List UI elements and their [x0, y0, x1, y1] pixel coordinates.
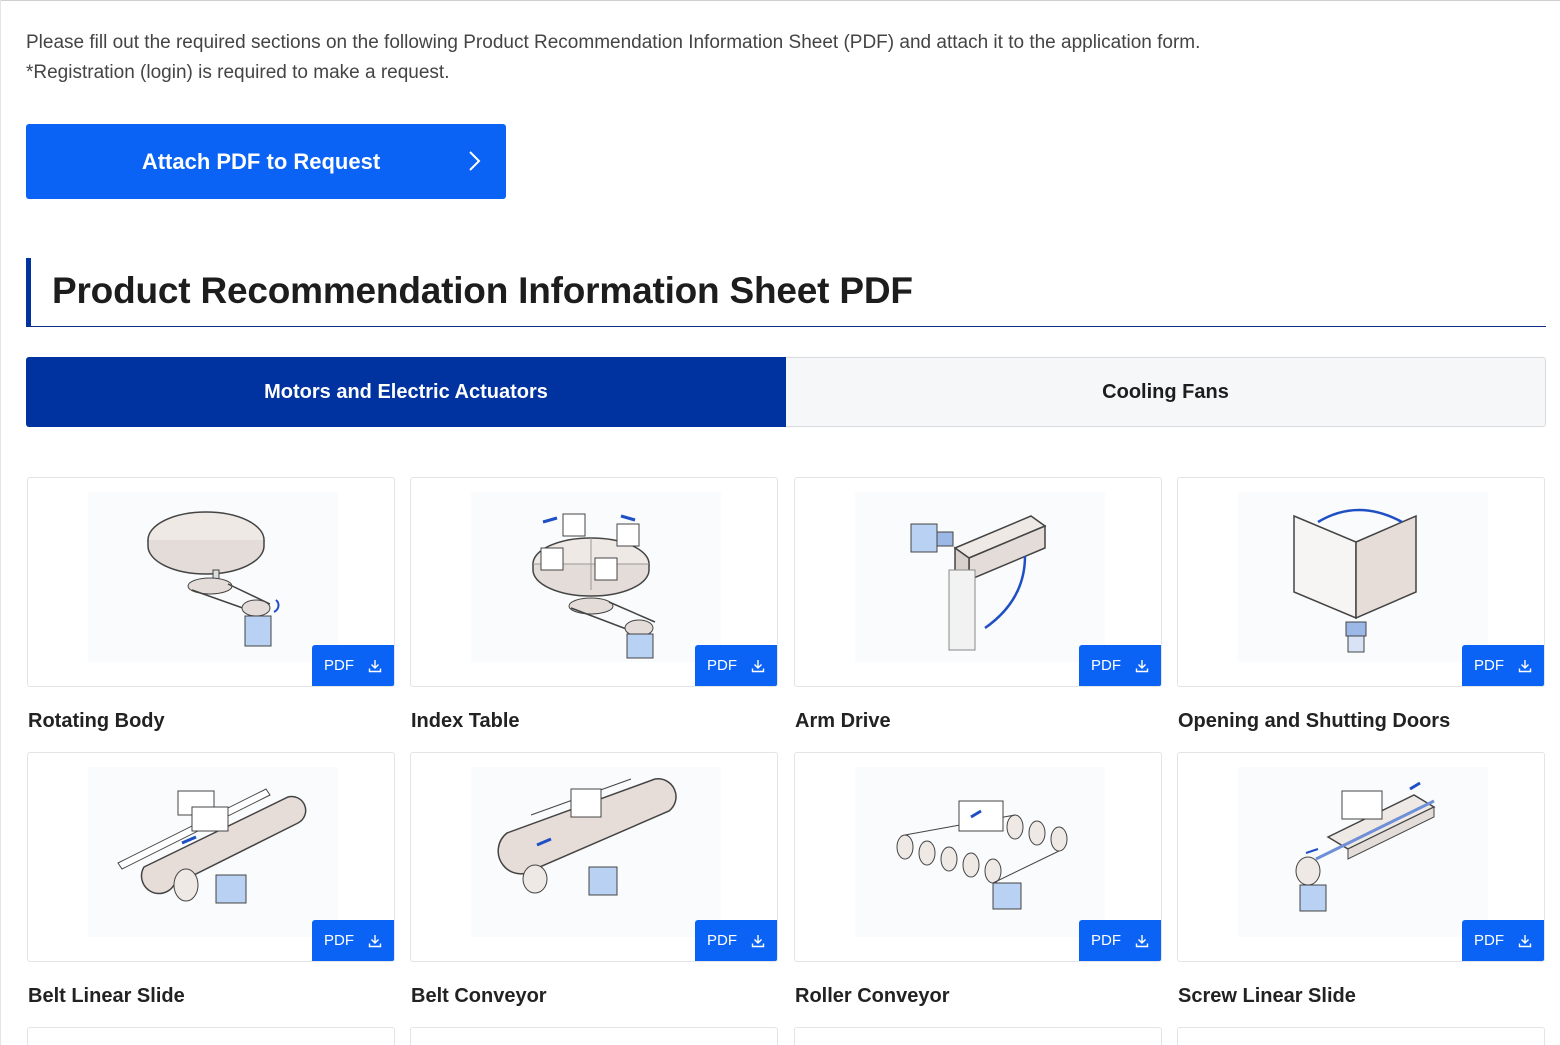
download-icon — [1135, 934, 1149, 947]
card-belt-conveyor: PDF Belt Conveyor — [410, 752, 778, 1007]
belt-conveyor-illustration — [471, 767, 721, 937]
card-image-frame[interactable]: PDF — [1177, 477, 1545, 687]
card-partial — [27, 1027, 395, 1045]
card-partial — [794, 1027, 1162, 1045]
pdf-download-button[interactable]: PDF — [1079, 645, 1161, 686]
chevron-right-icon — [469, 151, 481, 171]
screw-linear-slide-illustration — [1238, 767, 1488, 937]
top-divider — [0, 0, 1560, 1]
card-image-frame[interactable]: PDF — [1177, 752, 1545, 962]
card-image-frame[interactable] — [1177, 1027, 1545, 1045]
pdf-label: PDF — [324, 657, 354, 674]
download-icon — [1518, 659, 1532, 672]
card-image-frame[interactable] — [410, 1027, 778, 1045]
pdf-download-button[interactable]: PDF — [312, 645, 394, 686]
pdf-label: PDF — [324, 932, 354, 949]
pdf-label: PDF — [707, 657, 737, 674]
pdf-label: PDF — [1091, 657, 1121, 674]
pdf-download-button[interactable]: PDF — [1462, 645, 1544, 686]
download-icon — [751, 659, 765, 672]
pdf-label: PDF — [1091, 932, 1121, 949]
pdf-download-button[interactable]: PDF — [1462, 920, 1544, 961]
card-title: Index Table — [411, 710, 520, 732]
attach-pdf-button[interactable]: Attach PDF to Request — [26, 124, 506, 199]
card-title: Belt Conveyor — [411, 985, 547, 1007]
card-index-table: PDF Index Table — [410, 477, 778, 732]
rotating-body-illustration — [88, 492, 338, 662]
pdf-label: PDF — [1474, 657, 1504, 674]
card-image-frame[interactable] — [27, 1027, 395, 1045]
card-rotating-body: PDF Rotating Body — [27, 477, 395, 732]
left-divider — [0, 0, 1, 1045]
card-partial — [410, 1027, 778, 1045]
card-title: Arm Drive — [795, 710, 891, 732]
section-title: Product Recommendation Information Sheet… — [52, 270, 913, 311]
tab-label: Motors and Electric Actuators — [264, 380, 548, 403]
tab-cooling-fans[interactable]: Cooling Fans — [786, 357, 1546, 427]
card-title: Rotating Body — [28, 710, 165, 732]
intro-line-2: *Registration (login) is required to mak… — [26, 62, 450, 83]
pdf-label: PDF — [707, 932, 737, 949]
card-partial — [1177, 1027, 1545, 1045]
pdf-download-button[interactable]: PDF — [695, 645, 777, 686]
card-title: Roller Conveyor — [795, 985, 950, 1007]
card-title: Opening and Shutting Doors — [1178, 710, 1451, 732]
card-image-frame[interactable]: PDF — [410, 752, 778, 962]
intro-text: Please fill out the required sections on… — [26, 28, 1200, 88]
download-icon — [368, 659, 382, 672]
pdf-label: PDF — [1474, 932, 1504, 949]
card-image-frame[interactable]: PDF — [794, 752, 1162, 962]
index-table-illustration — [471, 492, 721, 662]
attach-pdf-button-label: Attach PDF to Request — [141, 148, 381, 174]
card-belt-linear-slide: PDF Belt Linear Slide — [27, 752, 395, 1007]
card-image-frame[interactable]: PDF — [410, 477, 778, 687]
card-arm-drive: PDF Arm Drive — [794, 477, 1162, 732]
belt-linear-slide-illustration — [88, 767, 338, 937]
download-icon — [1518, 934, 1532, 947]
card-roller-conveyor: PDF Roller Conveyor — [794, 752, 1162, 1007]
download-icon — [751, 934, 765, 947]
tab-label: Cooling Fans — [1102, 380, 1229, 403]
pdf-download-button[interactable]: PDF — [695, 920, 777, 961]
card-screw-linear-slide: PDF Screw Linear Slide — [1177, 752, 1545, 1007]
category-tabs: Motors and Electric Actuators Cooling Fa… — [26, 357, 1546, 427]
arm-drive-illustration — [855, 492, 1105, 662]
card-image-frame[interactable]: PDF — [794, 477, 1162, 687]
download-icon — [1135, 659, 1149, 672]
section-header: Product Recommendation Information Sheet… — [26, 258, 1546, 327]
pdf-download-button[interactable]: PDF — [312, 920, 394, 961]
card-opening-shutting-doors: PDF Opening and Shutting Doors — [1177, 477, 1545, 732]
pdf-download-button[interactable]: PDF — [1079, 920, 1161, 961]
card-title: Screw Linear Slide — [1178, 985, 1356, 1007]
tab-motors-actuators[interactable]: Motors and Electric Actuators — [26, 357, 786, 427]
download-icon — [368, 934, 382, 947]
card-image-frame[interactable]: PDF — [27, 752, 395, 962]
card-image-frame[interactable]: PDF — [27, 477, 395, 687]
card-title: Belt Linear Slide — [28, 985, 185, 1007]
card-image-frame[interactable] — [794, 1027, 1162, 1045]
roller-conveyor-illustration — [855, 767, 1105, 937]
doors-illustration — [1238, 492, 1488, 662]
intro-line-1: Please fill out the required sections on… — [26, 32, 1201, 53]
